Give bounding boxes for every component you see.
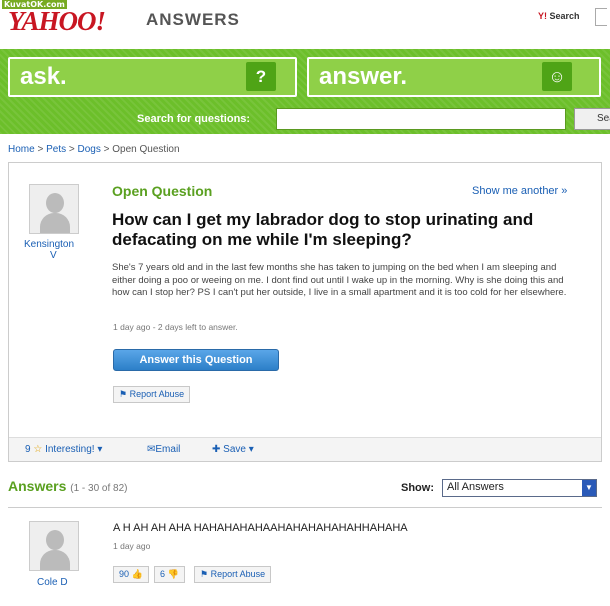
interesting-label: Interesting! xyxy=(45,444,95,455)
question-title: How can I get my labrador dog to stop ur… xyxy=(112,210,534,249)
yahoo-logo[interactable]: YAHOO! xyxy=(8,6,106,37)
answers-heading-label: Answers xyxy=(8,478,67,494)
interesting-count: 9 xyxy=(25,444,31,455)
flag-icon: ⚑ xyxy=(119,389,128,399)
question-body: She's 7 years old and in the last few mo… xyxy=(112,262,567,299)
search-button-label: Search xyxy=(597,113,610,124)
breadcrumb-current: Open Question xyxy=(112,144,180,155)
report-abuse-button[interactable]: ⚑ Report Abuse xyxy=(113,386,191,403)
question-status: Open Question xyxy=(112,183,213,199)
yahoo-answers-page: KuvatOK.com YAHOO! ANSWERS Y! Search ask… xyxy=(0,0,610,606)
ask-label: ask. xyxy=(20,63,67,90)
asker-name[interactable]: Kensington xyxy=(24,239,74,250)
answer-text: A H AH AH AHA HAHAHAHAHAAHAHAHAHAHAHHAHA… xyxy=(113,522,408,534)
flag-icon: ⚑ xyxy=(200,569,209,579)
answer-report-abuse-label: Report Abuse xyxy=(210,569,266,579)
question-card xyxy=(8,162,602,462)
show-another-link[interactable]: Show me another » xyxy=(472,185,567,197)
avatar-body xyxy=(40,213,70,233)
search-label: Search for questions: xyxy=(137,113,251,125)
save-button[interactable]: ✚ Save ▾ xyxy=(212,444,254,455)
show-filter-select[interactable]: All Answers ▼ xyxy=(442,479,597,497)
thumbs-down-count: 6 xyxy=(160,569,166,579)
answer-question-button[interactable]: Answer this Question xyxy=(113,349,279,371)
thumbs-up-button[interactable]: 90 👍 xyxy=(113,566,149,583)
question-toolbar: 9 ☆ Interesting! ▾ ✉Email ✚ Save ▾ xyxy=(9,437,601,461)
thumbs-down-button[interactable]: 6 👎 xyxy=(154,566,185,583)
breadcrumb-dogs[interactable]: Dogs xyxy=(78,144,101,155)
chevron-down-icon: ▼ xyxy=(582,480,596,496)
avatar-head xyxy=(46,193,64,213)
answers-section-title: ANSWERS xyxy=(146,10,240,29)
question-mark-icon: ? xyxy=(246,62,276,91)
breadcrumb-home[interactable]: Home xyxy=(8,144,35,155)
header-right-box xyxy=(595,8,607,26)
email-button[interactable]: ✉Email xyxy=(147,444,180,455)
yahoo-y-icon: Y! xyxy=(538,11,547,21)
answerer-avatar[interactable] xyxy=(29,521,79,571)
yahoo-search-label: Search xyxy=(549,11,580,21)
question-meta: 1 day ago - 2 days left to answer. xyxy=(113,322,238,332)
thumbs-down-icon: 👎 xyxy=(167,569,179,579)
answer-meta: 1 day ago xyxy=(113,541,151,551)
smiley-icon: ☺ xyxy=(542,62,572,91)
show-filter-value: All Answers xyxy=(447,481,504,493)
ask-button[interactable]: ask. ? xyxy=(8,57,297,97)
answers-heading: Answers (1 - 30 of 82) xyxy=(8,478,128,494)
answer-label: answer. xyxy=(319,63,408,90)
yahoo-search-link[interactable]: Y! Search xyxy=(538,11,580,21)
asker-level-icon: V xyxy=(50,250,57,261)
star-icon: ☆ xyxy=(33,444,43,455)
save-icon: ✚ xyxy=(212,444,221,455)
search-input[interactable] xyxy=(276,108,566,130)
asker-avatar[interactable] xyxy=(29,184,79,234)
email-label: Email xyxy=(155,444,181,455)
avatar-head xyxy=(46,530,64,550)
answer-button[interactable]: answer. ☺ xyxy=(307,57,601,97)
show-filter-label: Show: xyxy=(401,482,434,494)
avatar-body xyxy=(40,550,70,570)
answerer-name[interactable]: Cole D xyxy=(37,577,68,588)
thumbs-up-count: 90 xyxy=(119,569,130,579)
report-abuse-label: Report Abuse xyxy=(129,389,185,399)
answers-range: (1 - 30 of 82) xyxy=(70,483,128,494)
answer-report-abuse-button[interactable]: ⚑ Report Abuse xyxy=(194,566,272,583)
breadcrumb: Home > Pets > Dogs > Open Question xyxy=(8,144,180,155)
breadcrumb-pets[interactable]: Pets xyxy=(46,144,66,155)
search-button[interactable]: Search xyxy=(574,108,610,130)
interesting-button[interactable]: 9 ☆ Interesting! ▾ xyxy=(25,444,102,455)
answers-divider xyxy=(8,507,602,508)
thumbs-up-icon: 👍 xyxy=(131,569,143,579)
save-label: Save xyxy=(223,444,246,455)
